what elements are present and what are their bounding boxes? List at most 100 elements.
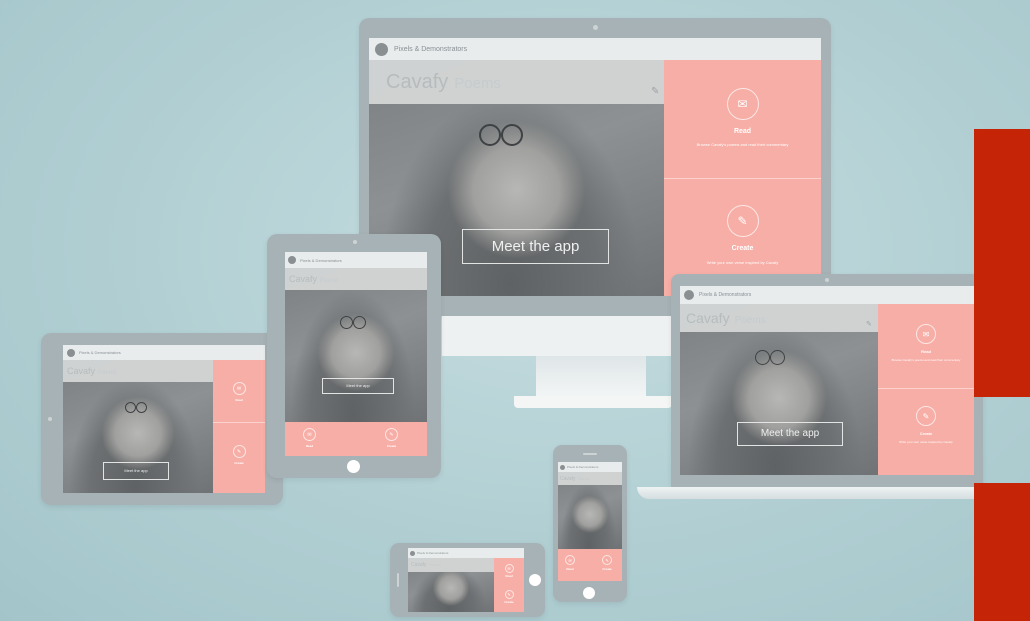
phone-landscape-screen: Pixels & Demonstrators Cavafy Poems ✉ Rea… bbox=[408, 548, 524, 612]
app-title-row: Cavafy Poems bbox=[680, 304, 878, 332]
create-action[interactable]: ✎ Create bbox=[385, 428, 398, 448]
phone-speaker bbox=[583, 453, 597, 455]
envelope-icon: ✉ bbox=[232, 382, 246, 395]
brand-name: Pixels & Demonstrators bbox=[394, 45, 468, 53]
tablet-camera-dot bbox=[353, 240, 357, 244]
laptop: Pixels & Demonstrators Cavafy Poems ✎ Mee… bbox=[671, 274, 983, 487]
phone-portrait-screen: Pixels & Demonstrators Cavafy Poems ✉ Rea… bbox=[558, 462, 622, 581]
monitor-neck bbox=[536, 356, 646, 396]
pencil-icon: ✎ bbox=[726, 205, 759, 237]
glasses-right bbox=[501, 124, 523, 146]
app-bar: Pixels & Demonstrators bbox=[63, 345, 265, 360]
action-bar-bottom: ✉ Read ✎ Create bbox=[558, 549, 622, 581]
tablet-home-button[interactable] bbox=[347, 460, 360, 473]
app-title-row: Cavafy Poems bbox=[408, 558, 494, 572]
brand-name: Pixels & Demonstrators bbox=[567, 465, 599, 469]
brand-logo-icon bbox=[67, 348, 75, 357]
brand-logo-icon bbox=[560, 464, 565, 470]
camera-dot bbox=[593, 25, 598, 30]
pencil-icon: ✎ bbox=[602, 555, 612, 565]
create-label: Create bbox=[504, 600, 514, 604]
brand-logo-icon bbox=[684, 290, 694, 300]
app-subtitle: Poems bbox=[428, 562, 442, 567]
read-action[interactable]: ✉ Read bbox=[494, 564, 524, 578]
read-action[interactable]: ✉ Read bbox=[303, 428, 316, 448]
create-description: Write your own verse inspired by Cavafy bbox=[706, 260, 779, 265]
app-subtitle: Poems bbox=[577, 476, 591, 481]
read-description: Browse Cavafy's poems and read their com… bbox=[891, 358, 961, 362]
app-title: Cavafy bbox=[560, 476, 576, 482]
glasses-left bbox=[479, 124, 501, 146]
phone-home-button[interactable] bbox=[529, 574, 541, 586]
pencil-icon: ✎ bbox=[916, 406, 936, 426]
edit-icon[interactable]: ✎ bbox=[866, 320, 872, 328]
app-bar: Pixels & Demonstrators bbox=[408, 548, 524, 558]
app-title: Cavafy bbox=[411, 562, 427, 568]
brand-name: Pixels & Demonstrators bbox=[699, 292, 752, 298]
read-action[interactable]: ✉ Read bbox=[565, 555, 575, 571]
laptop-screen: Pixels & Demonstrators Cavafy Poems ✎ Mee… bbox=[680, 286, 974, 475]
app-title-row: Cavafy Poems bbox=[63, 360, 213, 382]
glasses-left bbox=[340, 316, 353, 329]
app-title: Cavafy bbox=[67, 366, 96, 376]
create-action[interactable]: ✎ Create bbox=[494, 590, 524, 604]
app-title-row: Cavafy Poems bbox=[285, 268, 427, 290]
brand-logo-icon bbox=[288, 256, 296, 264]
read-description: Browse Cavafy's poems and read their com… bbox=[696, 142, 789, 147]
create-label: Create bbox=[234, 461, 244, 465]
app-subtitle: Poems bbox=[320, 278, 339, 284]
phone-landscape: Pixels & Demonstrators Cavafy Poems ✉ Rea… bbox=[390, 543, 545, 617]
action-sidebar: ✉ Read ✎ Create bbox=[494, 558, 524, 612]
glasses-right bbox=[353, 316, 366, 329]
read-action[interactable]: ✉ Read bbox=[213, 382, 265, 402]
app-title: Cavafy bbox=[289, 274, 318, 284]
laptop-base bbox=[637, 487, 1017, 499]
create-action[interactable]: ✎ Create Write your own verse inspired b… bbox=[878, 406, 974, 444]
meet-the-app-button[interactable]: Meet the app bbox=[322, 378, 394, 394]
read-label: Read bbox=[566, 567, 574, 571]
glasses-right bbox=[770, 350, 785, 365]
meet-the-app-button[interactable]: Meet the app bbox=[462, 229, 609, 264]
app-title: Cavafy bbox=[386, 71, 449, 93]
create-label: Create bbox=[731, 245, 754, 252]
read-label: Read bbox=[235, 398, 243, 402]
brand-name: Pixels & Demonstrators bbox=[300, 257, 342, 263]
meet-the-app-button[interactable]: Meet the app bbox=[103, 462, 169, 480]
meet-the-app-button[interactable]: Meet the app bbox=[737, 422, 843, 446]
sidebar-divider bbox=[213, 422, 265, 423]
read-action[interactable]: ✉ Read Browse Cavafy's poems and read th… bbox=[664, 88, 821, 148]
action-sidebar: ✉ Read Browse Cavafy's poems and read th… bbox=[664, 60, 821, 296]
edit-icon[interactable]: ✎ bbox=[651, 86, 659, 97]
read-label: Read bbox=[305, 444, 314, 448]
phone-portrait: Pixels & Demonstrators Cavafy Poems ✉ Rea… bbox=[553, 445, 627, 602]
monitor-base bbox=[514, 396, 672, 408]
read-action[interactable]: ✉ Read Browse Cavafy's poems and read th… bbox=[878, 324, 974, 362]
page-root: { "app": { "brand": "Pixels & Demonstrat… bbox=[0, 0, 1030, 621]
brand-name: Pixels & Demonstrators bbox=[417, 551, 449, 555]
phone-home-button[interactable] bbox=[583, 587, 595, 599]
create-action[interactable]: ✎ Create bbox=[213, 445, 265, 465]
tablet-portrait: Pixels & Demonstrators Cavafy Poems Meet … bbox=[267, 234, 441, 478]
read-label: Read bbox=[733, 128, 752, 135]
action-sidebar: ✉ Read Browse Cavafy's poems and read th… bbox=[878, 304, 974, 475]
read-label: Read bbox=[505, 574, 513, 578]
brand-logo-icon bbox=[375, 42, 388, 56]
create-action[interactable]: ✎ Create Write your own verse inspired b… bbox=[664, 205, 821, 266]
create-action[interactable]: ✎ Create bbox=[602, 555, 612, 571]
glasses-left bbox=[125, 402, 136, 413]
envelope-icon: ✉ bbox=[504, 564, 514, 573]
envelope-icon: ✉ bbox=[726, 88, 759, 120]
glasses-right bbox=[136, 402, 147, 413]
envelope-icon: ✉ bbox=[916, 324, 936, 344]
envelope-icon: ✉ bbox=[565, 555, 575, 565]
pencil-icon: ✎ bbox=[232, 445, 246, 458]
read-label: Read bbox=[921, 349, 931, 354]
red-overlay-block-bottom bbox=[974, 483, 1030, 621]
create-description: Write your own verse inspired by Cavafy bbox=[899, 440, 953, 444]
app-bar: Pixels & Demonstrators bbox=[285, 252, 427, 268]
tablet-camera-dot bbox=[48, 417, 52, 421]
create-label: Create bbox=[602, 567, 612, 571]
brand-name: Pixels & Demonstrators bbox=[79, 350, 121, 355]
brand-logo-icon bbox=[410, 550, 415, 556]
envelope-icon: ✉ bbox=[303, 428, 316, 441]
